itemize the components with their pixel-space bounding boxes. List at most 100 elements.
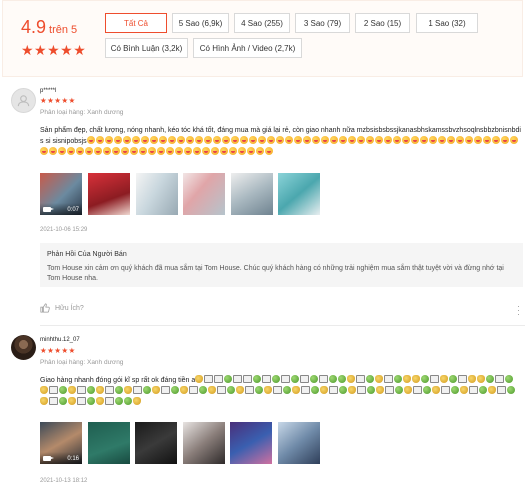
review-image-thumbnail[interactable] bbox=[183, 173, 225, 215]
emoji-row bbox=[40, 136, 519, 156]
review-image-thumbnail[interactable] bbox=[278, 422, 320, 464]
pineapple-emoji-icon bbox=[236, 386, 244, 394]
review-image-thumbnail[interactable] bbox=[88, 173, 130, 215]
placeholder-emoji-icon bbox=[243, 375, 253, 383]
sick-face-emoji-icon bbox=[59, 386, 67, 394]
heart-eyes-emoji-icon bbox=[104, 136, 113, 144]
review-image-thumbnail[interactable] bbox=[88, 422, 130, 464]
filter-all[interactable]: Tất Cả bbox=[105, 13, 167, 33]
rating-stars: ★★★★★ bbox=[21, 42, 87, 58]
heart-eyes-emoji-icon bbox=[221, 136, 230, 144]
review-image-thumbnail[interactable] bbox=[136, 173, 178, 215]
placeholder-emoji-icon bbox=[300, 375, 310, 383]
heart-eyes-emoji-icon bbox=[140, 136, 149, 144]
sick-face-emoji-icon bbox=[366, 375, 375, 383]
heart-eyes-emoji-icon bbox=[175, 147, 183, 155]
heart-eyes-emoji-icon bbox=[446, 136, 455, 144]
sick-face-emoji-icon bbox=[479, 386, 487, 394]
heart-eyes-emoji-icon bbox=[229, 147, 237, 155]
heart-eyes-emoji-icon bbox=[86, 136, 95, 144]
filter-with-media[interactable]: Có Hình Ảnh / Video (2,7k) bbox=[193, 38, 302, 58]
pineapple-emoji-icon bbox=[180, 386, 188, 394]
heart-eyes-emoji-icon bbox=[148, 147, 156, 155]
heart-eyes-emoji-icon bbox=[185, 136, 194, 144]
review-video-thumbnail[interactable]: 0:16 bbox=[40, 422, 82, 464]
heart-eyes-emoji-icon bbox=[113, 136, 122, 144]
filter-1-star[interactable]: 1 Sao (32) bbox=[416, 13, 478, 33]
heart-eyes-emoji-icon bbox=[329, 136, 338, 144]
filter-with-comment[interactable]: Có Bình Luận (3,2k) bbox=[105, 38, 188, 58]
placeholder-emoji-icon bbox=[458, 375, 468, 383]
sick-face-emoji-icon bbox=[115, 386, 123, 394]
review-image-thumbnail[interactable] bbox=[278, 173, 320, 215]
review-video-thumbnail[interactable]: 0:07 bbox=[40, 173, 82, 215]
placeholder-emoji-icon bbox=[319, 375, 329, 383]
review-image-thumbnail[interactable] bbox=[183, 422, 225, 464]
pineapple-emoji-icon bbox=[460, 386, 468, 394]
review-text: Sản phẩm đẹp, chất lượng, nóng nhanh, ké… bbox=[40, 126, 522, 158]
sick-face-emoji-icon bbox=[224, 375, 233, 383]
sick-face-emoji-icon bbox=[311, 386, 319, 394]
placeholder-emoji-icon bbox=[469, 386, 478, 394]
pineapple-emoji-icon bbox=[412, 375, 421, 383]
heart-eyes-emoji-icon bbox=[122, 136, 131, 144]
review-image-thumbnail[interactable] bbox=[230, 422, 272, 464]
placeholder-emoji-icon bbox=[430, 375, 440, 383]
heart-eyes-emoji-icon bbox=[320, 136, 329, 144]
filter-5-star[interactable]: 5 Sao (6,9k) bbox=[172, 13, 229, 33]
heart-eyes-emoji-icon bbox=[383, 136, 392, 144]
review-username[interactable]: p*****l bbox=[40, 88, 56, 94]
placeholder-emoji-icon bbox=[356, 375, 366, 383]
seller-reply: Phản Hồi Của Người Bán Tom House xin cảm… bbox=[40, 243, 523, 287]
heart-eyes-emoji-icon bbox=[203, 136, 212, 144]
heart-eyes-emoji-icon bbox=[256, 147, 264, 155]
filter-3-star[interactable]: 3 Sao (79) bbox=[295, 13, 350, 33]
sick-face-emoji-icon bbox=[253, 375, 262, 383]
placeholder-emoji-icon bbox=[161, 386, 170, 394]
heart-eyes-emoji-icon bbox=[257, 136, 266, 144]
heart-eyes-emoji-icon bbox=[103, 147, 111, 155]
heart-eyes-emoji-icon bbox=[392, 136, 401, 144]
helpful-button[interactable]: Hữu Ích? bbox=[40, 303, 84, 313]
heart-eyes-emoji-icon bbox=[158, 136, 167, 144]
heart-eyes-emoji-icon bbox=[40, 147, 48, 155]
filter-2-star[interactable]: 2 Sao (15) bbox=[355, 13, 410, 33]
heart-eyes-emoji-icon bbox=[347, 136, 356, 144]
sick-face-emoji-icon bbox=[87, 397, 95, 405]
heart-eyes-emoji-icon bbox=[455, 136, 464, 144]
review-image-thumbnail[interactable] bbox=[135, 422, 177, 464]
sick-face-emoji-icon bbox=[291, 375, 300, 383]
review-username[interactable]: minhthu.12_07 bbox=[40, 337, 80, 343]
heart-eyes-emoji-icon bbox=[284, 136, 293, 144]
filter-4-star[interactable]: 4 Sao (255) bbox=[234, 13, 290, 33]
heart-eyes-emoji-icon bbox=[275, 136, 284, 144]
sick-face-emoji-icon bbox=[339, 386, 347, 394]
rating-score: 4.9 bbox=[21, 17, 47, 37]
kebab-menu-icon[interactable]: · · · bbox=[517, 302, 520, 319]
video-duration: 0:07 bbox=[67, 207, 79, 213]
avatar[interactable] bbox=[11, 335, 36, 360]
pineapple-emoji-icon bbox=[375, 375, 384, 383]
pineapple-emoji-icon bbox=[208, 386, 216, 394]
placeholder-emoji-icon bbox=[49, 397, 58, 405]
placeholder-emoji-icon bbox=[262, 375, 272, 383]
review-variant: Phân loại hàng: Xanh dương bbox=[40, 109, 124, 116]
heart-eyes-emoji-icon bbox=[193, 147, 201, 155]
heart-eyes-emoji-icon bbox=[49, 147, 57, 155]
heart-eyes-emoji-icon bbox=[184, 147, 192, 155]
heart-eyes-emoji-icon bbox=[419, 136, 428, 144]
placeholder-emoji-icon bbox=[204, 375, 214, 383]
pineapple-emoji-icon bbox=[292, 386, 300, 394]
heart-eyes-emoji-icon bbox=[94, 147, 102, 155]
heart-eyes-emoji-icon bbox=[473, 136, 482, 144]
heart-eyes-emoji-icon bbox=[212, 136, 221, 144]
heart-eyes-emoji-icon bbox=[491, 136, 500, 144]
review-image-thumbnail[interactable] bbox=[231, 173, 273, 215]
seller-reply-title: Phản Hồi Của Người Bán bbox=[47, 251, 127, 258]
heart-eyes-emoji-icon bbox=[121, 147, 129, 155]
placeholder-emoji-icon bbox=[301, 386, 310, 394]
placeholder-emoji-icon bbox=[357, 386, 366, 394]
pineapple-emoji-icon bbox=[477, 375, 486, 383]
heart-eyes-emoji-icon bbox=[437, 136, 446, 144]
avatar[interactable] bbox=[11, 88, 36, 113]
